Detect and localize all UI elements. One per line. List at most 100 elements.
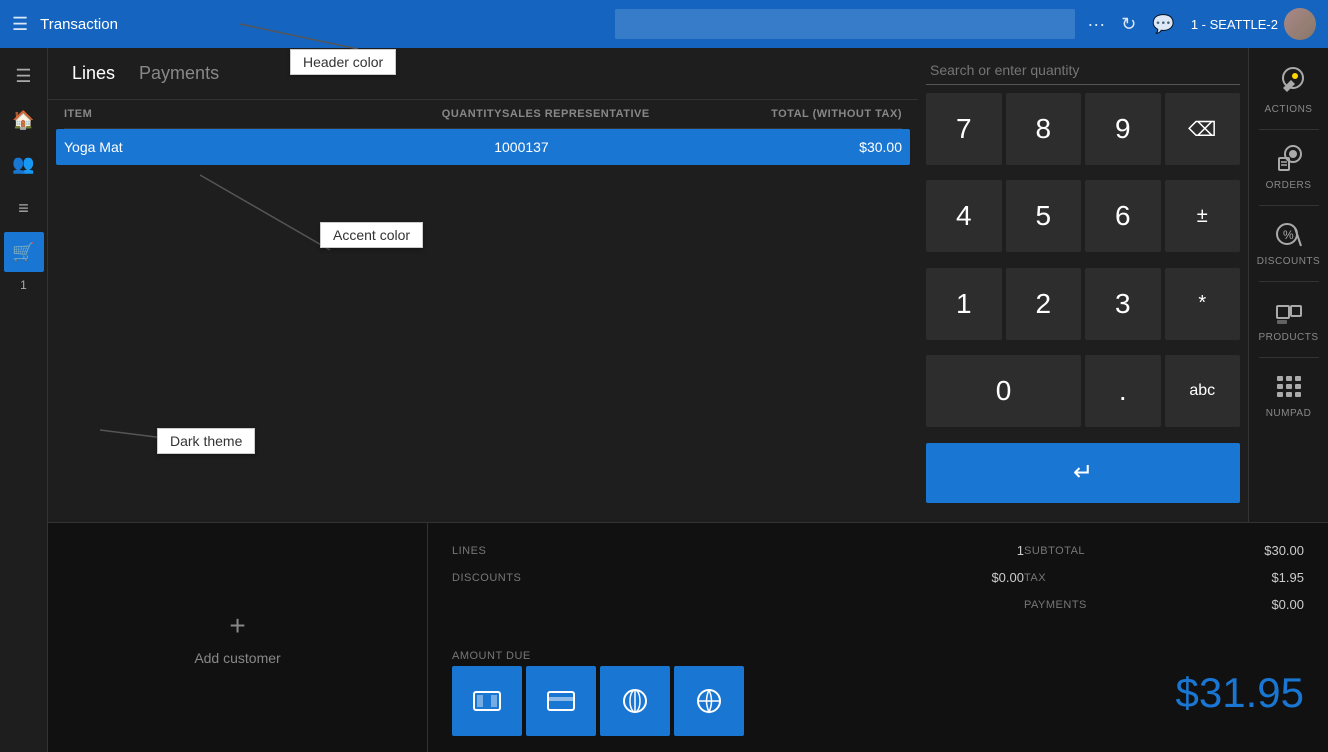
decimal-btn[interactable]: . — [1085, 355, 1161, 427]
pay-other-btn[interactable] — [600, 666, 670, 736]
svg-text:%: % — [1283, 228, 1294, 242]
discounts-value: $0.00 — [612, 570, 1024, 585]
divider-4 — [1259, 357, 1319, 358]
payment-buttons — [452, 666, 744, 736]
multiply-btn[interactable]: * — [1165, 268, 1241, 340]
divider-2 — [1259, 205, 1319, 206]
right-panel: ACTIONS ORDERS — [1248, 48, 1328, 522]
tab-lines[interactable]: Lines — [64, 59, 123, 88]
cell-item: Yoga Mat — [64, 139, 382, 155]
col-total: TOTAL (WITHOUT TAX) — [702, 108, 902, 120]
discounts-label: DISCOUNTS — [1257, 256, 1320, 267]
annotation-dark-theme: Dark theme — [157, 428, 255, 454]
amount-due-label: AMOUNT DUE — [452, 650, 744, 662]
table-row[interactable]: Yoga Mat 1 000137 $30.00 — [56, 129, 910, 165]
amount-due-value: $31.95 — [1176, 669, 1304, 717]
num-0[interactable]: 0 — [926, 355, 1081, 427]
lines-label: LINES — [452, 545, 612, 557]
divider-1 — [1259, 129, 1319, 130]
user-info: 1 - SEATTLE-2 — [1191, 8, 1316, 40]
plusminus-btn[interactable]: ± — [1165, 180, 1241, 252]
num-7[interactable]: 7 — [926, 93, 1002, 165]
col-item: ITEM — [64, 108, 382, 120]
num-9[interactable]: 9 — [1085, 93, 1161, 165]
annotation-accent-color: Accent color — [320, 222, 423, 248]
actions-label: ACTIONS — [1265, 104, 1313, 115]
products-label: PRODUCTS — [1258, 332, 1318, 343]
pay-global-btn[interactable] — [674, 666, 744, 736]
more-icon[interactable]: ··· — [1087, 14, 1105, 35]
numpad-grid: 7 8 9 ⌫ 4 5 6 ± 1 2 3 * 0 . abc — [926, 93, 1240, 514]
sidebar-item-pos[interactable]: 🛒 — [4, 232, 44, 272]
col-rep: SALES REPRESENTATIVE — [502, 108, 702, 120]
discounts-label: DISCOUNTS — [452, 572, 612, 584]
actions-icon — [1273, 66, 1305, 98]
numpad-icon — [1273, 372, 1305, 404]
payments-label: PAYMENTS — [1024, 599, 1184, 611]
summary-rows: LINES 1 SUBTOTAL $30.00 DISCOUNTS $0.00 … — [452, 539, 1304, 616]
bottom-section: + Add customer LINES 1 SUBTOTAL $30.00 D… — [48, 522, 1328, 752]
backspace-btn[interactable]: ⌫ — [1165, 93, 1241, 165]
pay-card-btn[interactable] — [526, 666, 596, 736]
num-2[interactable]: 2 — [1006, 268, 1082, 340]
pay-cash-btn[interactable] — [452, 666, 522, 736]
subtotal-value: $30.00 — [1184, 543, 1304, 558]
menu-icon[interactable]: ☰ — [12, 14, 28, 35]
avatar — [1284, 8, 1316, 40]
lines-value: 1 — [612, 543, 1024, 558]
numpad-label: NUMPAD — [1266, 408, 1312, 419]
amount-due-row: AMOUNT DUE — [452, 642, 1304, 736]
right-panel-actions[interactable]: ACTIONS — [1254, 56, 1324, 123]
summary-row-discounts: DISCOUNTS $0.00 TAX $1.95 — [452, 566, 1304, 589]
top-bar-search[interactable] — [615, 9, 1075, 39]
num-1[interactable]: 1 — [926, 268, 1002, 340]
main-layout: ☰ 🏠 👥 ≡ 🛒 1 Lines Payments — [0, 48, 1328, 752]
add-customer-icon: + — [229, 610, 245, 642]
tax-value: $1.95 — [1184, 570, 1304, 585]
user-label: 1 - SEATTLE-2 — [1191, 17, 1278, 32]
summary-panel: LINES 1 SUBTOTAL $30.00 DISCOUNTS $0.00 … — [428, 523, 1328, 752]
cell-rep: 000137 — [502, 139, 702, 155]
orders-icon — [1273, 144, 1305, 176]
num-6[interactable]: 6 — [1085, 180, 1161, 252]
products-icon — [1273, 296, 1305, 328]
summary-row-lines: LINES 1 SUBTOTAL $30.00 — [452, 539, 1304, 562]
table-header: ITEM QUANTITY SALES REPRESENTATIVE TOTAL… — [64, 100, 902, 129]
tab-payments[interactable]: Payments — [131, 59, 227, 88]
subtotal-label: SUBTOTAL — [1024, 545, 1184, 557]
num-8[interactable]: 8 — [1006, 93, 1082, 165]
cell-qty: 1 — [382, 139, 502, 155]
orders-label: ORDERS — [1266, 180, 1312, 191]
num-5[interactable]: 5 — [1006, 180, 1082, 252]
numpad-search[interactable] — [926, 56, 1240, 85]
sidebar-badge: 1 — [20, 278, 27, 292]
message-icon[interactable]: 💬 — [1152, 14, 1174, 35]
right-panel-discounts[interactable]: % DISCOUNTS — [1254, 212, 1324, 275]
add-customer-label[interactable]: Add customer — [194, 650, 280, 666]
num-4[interactable]: 4 — [926, 180, 1002, 252]
top-bar: ☰ Transaction ··· ↻ 💬 1 - SEATTLE-2 — [0, 0, 1328, 48]
content-area: Lines Payments ITEM QUANTITY SALES REPRE… — [48, 48, 1328, 752]
payments-value: $0.00 — [1184, 597, 1304, 612]
enter-btn[interactable]: ↵ — [926, 443, 1240, 503]
right-panel-products[interactable]: PRODUCTS — [1254, 288, 1324, 351]
sidebar-item-menu[interactable]: ☰ — [4, 56, 44, 96]
col-qty: QUANTITY — [382, 108, 502, 120]
annotation-header-color: Header color — [290, 49, 396, 75]
abc-btn[interactable]: abc — [1165, 355, 1241, 427]
right-panel-orders[interactable]: ORDERS — [1254, 136, 1324, 199]
sidebar-item-home[interactable]: 🏠 — [4, 100, 44, 140]
tabs: Lines Payments — [48, 48, 918, 100]
num-3[interactable]: 3 — [1085, 268, 1161, 340]
discounts-icon: % — [1273, 220, 1305, 252]
right-panel-numpad[interactable]: NUMPAD — [1254, 364, 1324, 427]
divider-3 — [1259, 281, 1319, 282]
left-sidebar: ☰ 🏠 👥 ≡ 🛒 1 — [0, 48, 48, 752]
customer-panel: + Add customer — [48, 523, 428, 752]
numpad-area: 7 8 9 ⌫ 4 5 6 ± 1 2 3 * 0 . abc — [918, 48, 1248, 522]
cell-total: $30.00 — [702, 139, 902, 155]
sidebar-item-list[interactable]: ≡ — [4, 188, 44, 228]
refresh-icon[interactable]: ↻ — [1121, 14, 1136, 35]
tax-label: TAX — [1024, 572, 1184, 584]
sidebar-item-customers[interactable]: 👥 — [4, 144, 44, 184]
